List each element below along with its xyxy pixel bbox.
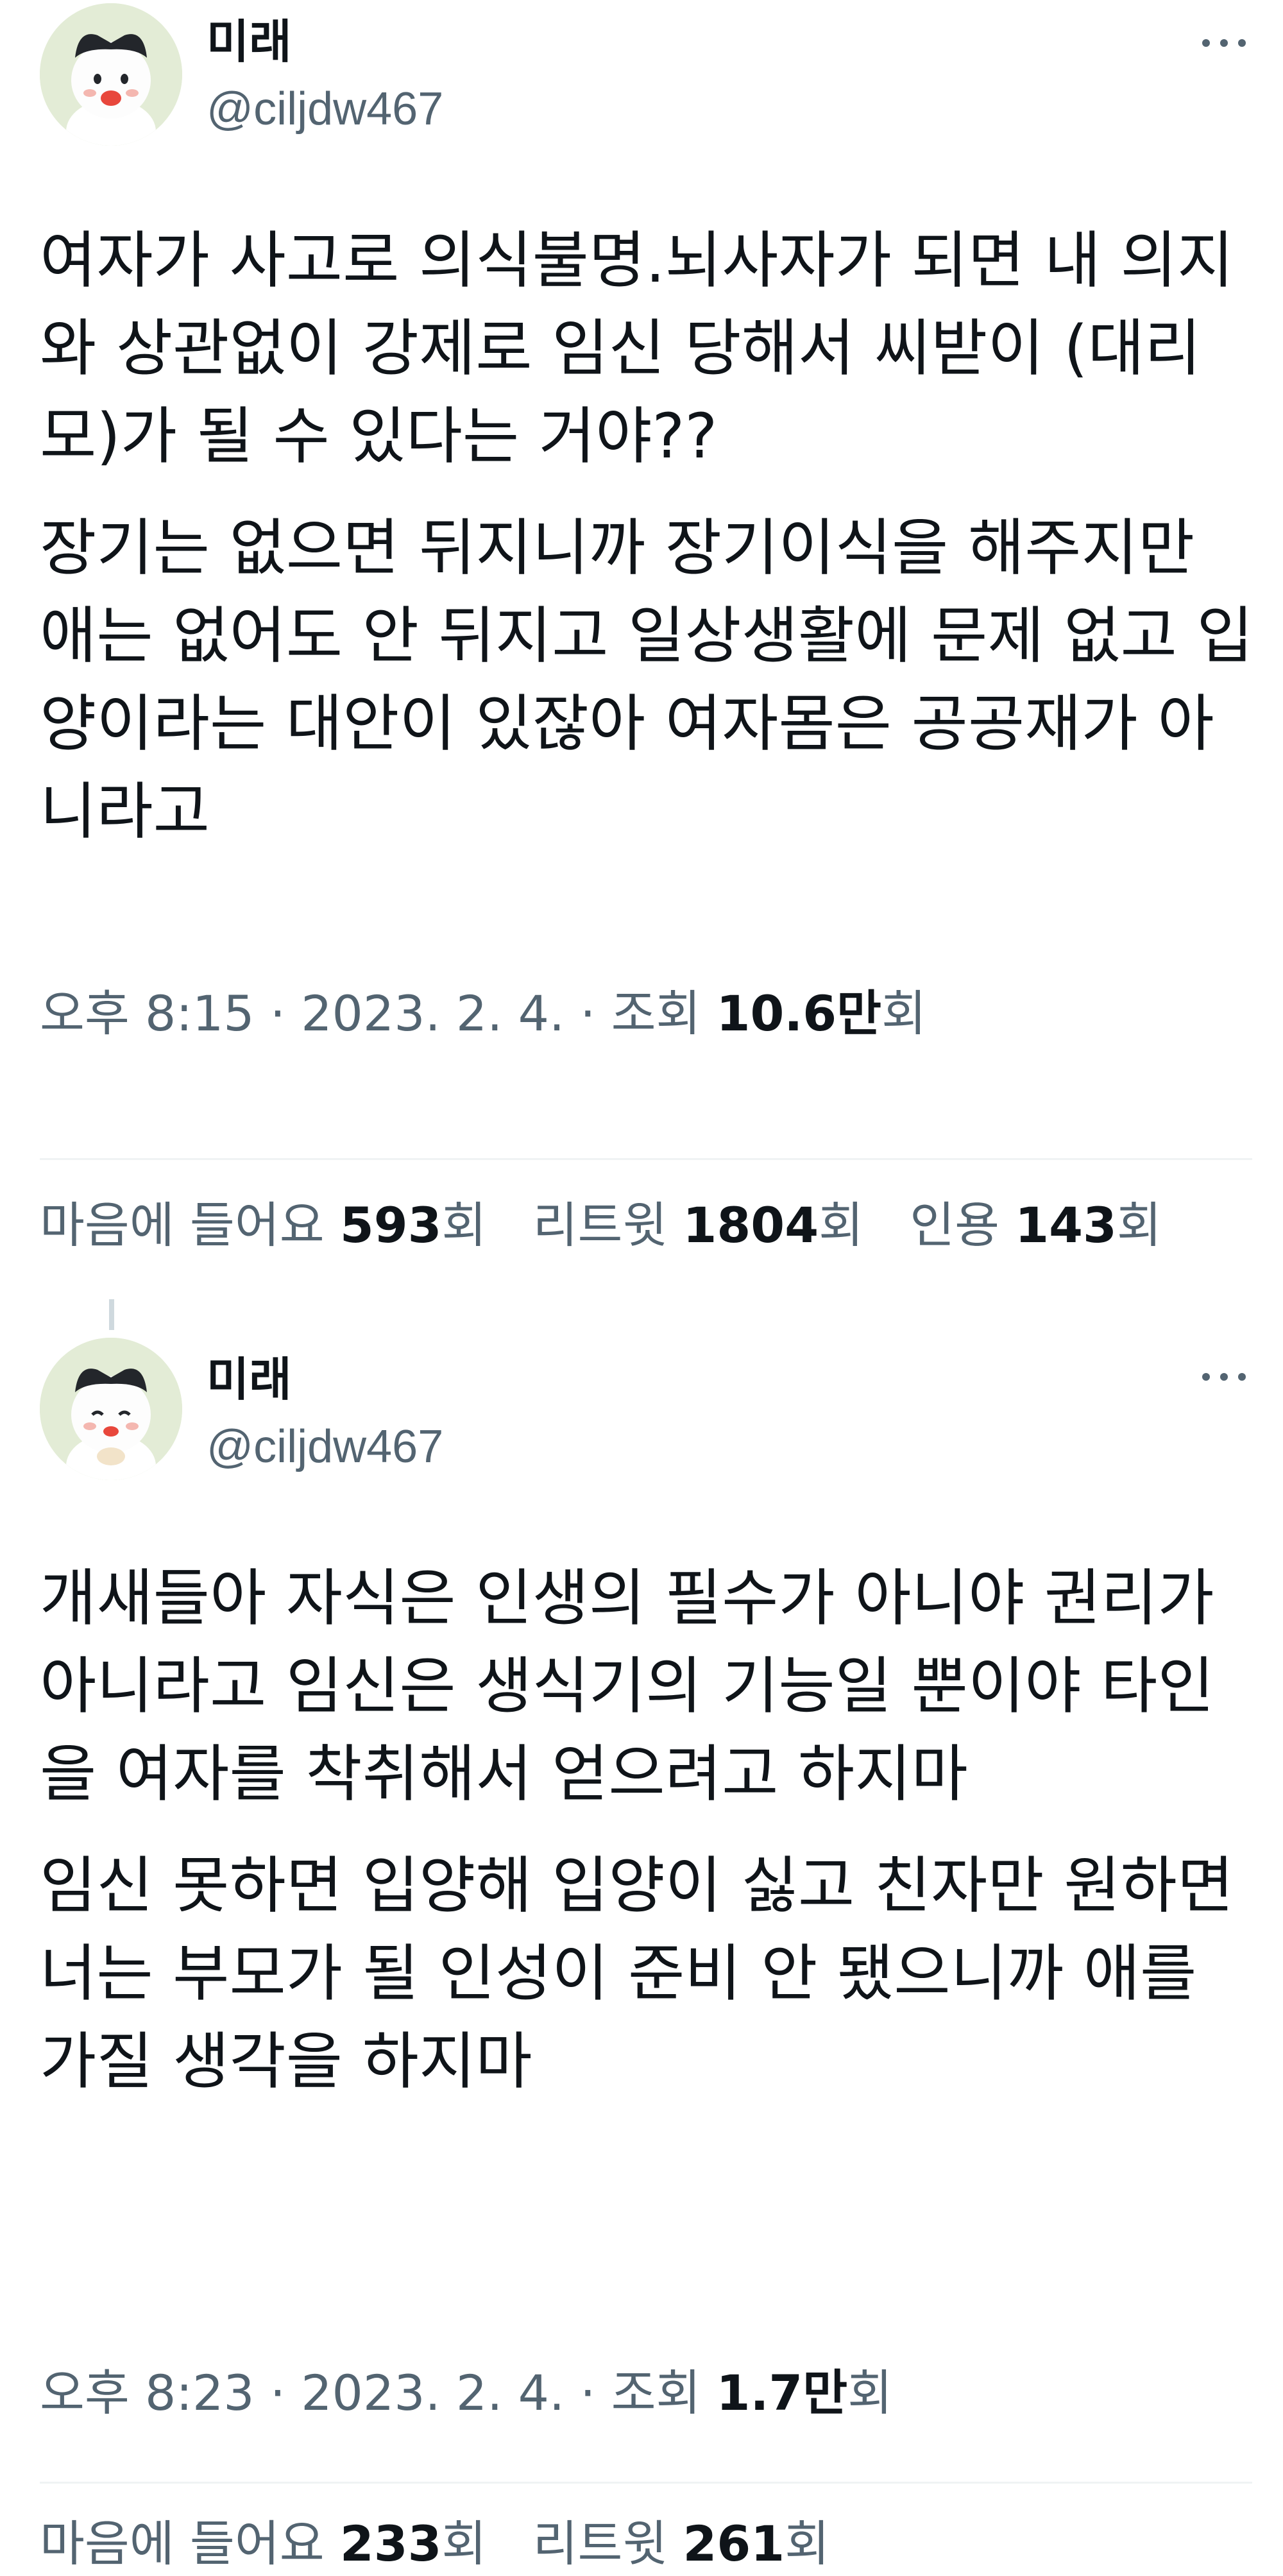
views-count: 1.7만회 [717, 2364, 892, 2421]
divider [40, 2482, 1252, 2484]
tweet-text: 개새들아 자식은 인생의 필수가 아니야 권리가 아니라고 임신은 생식기의 기… [40, 1555, 1259, 2129]
views-label: 조회 [611, 985, 701, 1042]
quotes-stat[interactable]: 인용 143회 [910, 1197, 1162, 1254]
quotes-unit: 회 [1116, 1197, 1162, 1254]
tweet-paragraph: 여자가 사고로 의식불명.뇌사자가 되면 내 의지와 상관없이 강제로 임신 당… [40, 225, 1234, 472]
likes-value: 233 [339, 2515, 442, 2572]
cat-avatar-icon [40, 1338, 182, 1480]
retweets-label: 리트윗 [532, 1197, 668, 1254]
user-handle[interactable]: @ciljdw467 [207, 1415, 443, 1479]
tweet-time[interactable]: 오후 8:15 [40, 985, 255, 1042]
separator: · [580, 2364, 596, 2421]
tweet-paragraph: 개새들아 자식은 인생의 필수가 아니야 권리가 아니라고 임신은 생식기의 기… [40, 1562, 1214, 1810]
tweet-date[interactable]: 2023. 2. 4. [301, 2364, 565, 2421]
views-unit: 회 [881, 985, 926, 1042]
separator: · [269, 2364, 286, 2421]
tweet-stats: 마음에 들어요 593회 리트윗 1804회 인용 143회 [40, 1193, 1193, 1258]
retweets-stat[interactable]: 리트윗 1804회 [533, 1197, 863, 1254]
likes-label: 마음에 들어요 [40, 2515, 325, 2572]
separator: · [580, 985, 596, 1042]
views-value: 1.7만 [716, 2364, 848, 2421]
views-label: 조회 [611, 2364, 701, 2421]
likes-label: 마음에 들어요 [40, 1197, 325, 1254]
tweet-paragraph: 장기는 없으면 뒤지니까 장기이식을 해주지만 애는 없어도 안 뒤지고 일상생… [40, 512, 1253, 848]
likes-unit: 회 [441, 2515, 487, 2572]
user-handle[interactable]: @ciljdw467 [207, 77, 443, 141]
quotes-label: 인용 [910, 1197, 1000, 1254]
quotes-value: 143 [1015, 1197, 1117, 1254]
views-value: 10.6만 [716, 985, 882, 1042]
likes-value: 593 [339, 1197, 442, 1254]
retweets-value: 261 [683, 2515, 785, 2572]
views-unit: 회 [847, 2364, 893, 2421]
retweets-unit: 회 [819, 1197, 863, 1254]
divider [40, 1158, 1252, 1160]
more-options-icon[interactable] [1198, 1364, 1250, 1390]
more-options-icon[interactable] [1198, 30, 1250, 56]
cat-avatar-icon [40, 3, 182, 146]
tweet-text: 여자가 사고로 의식불명.뇌사자가 되면 내 의지와 상관없이 강제로 임신 당… [40, 217, 1259, 880]
tweet-paragraph: 임신 못하면 입양해 입양이 싫고 친자만 원하면 너는 부모가 될 인성이 준… [40, 1850, 1234, 2097]
retweets-label: 리트윗 [532, 2515, 668, 2572]
tweet-time[interactable]: 오후 8:23 [40, 2364, 255, 2421]
likes-stat[interactable]: 마음에 들어요 593회 [40, 1197, 486, 1254]
retweets-value: 1804 [683, 1197, 819, 1254]
views-count: 10.6만회 [717, 985, 926, 1042]
avatar[interactable] [40, 1338, 182, 1480]
tweet-meta: 오후 8:23 · 2023. 2. 4. · 조회 1.7만회 [40, 2361, 892, 2425]
retweets-stat[interactable]: 리트윗 261회 [533, 2515, 830, 2572]
thread-connector [109, 1299, 114, 1330]
display-name[interactable]: 미래 [207, 1347, 291, 1412]
likes-unit: 회 [441, 1197, 487, 1254]
tweet-stats: 마음에 들어요 233회 리트윗 261회 [40, 2512, 860, 2576]
tweet-meta: 오후 8:15 · 2023. 2. 4. · 조회 10.6만회 [40, 982, 926, 1046]
tweet-date[interactable]: 2023. 2. 4. [301, 985, 565, 1042]
avatar[interactable] [40, 3, 182, 146]
display-name[interactable]: 미래 [207, 10, 291, 74]
likes-stat[interactable]: 마음에 들어요 233회 [40, 2515, 486, 2572]
retweets-unit: 회 [785, 2515, 830, 2572]
separator: · [269, 985, 286, 1042]
